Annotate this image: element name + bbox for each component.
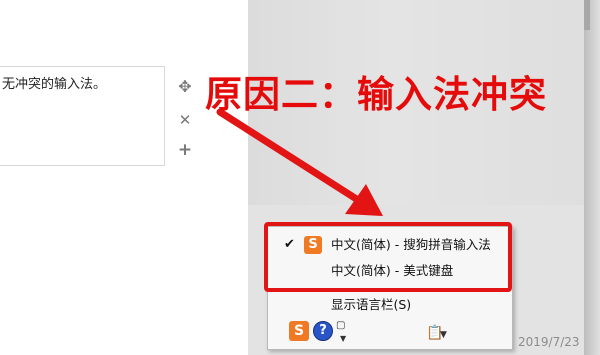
- plus-icon[interactable]: +: [177, 142, 193, 159]
- tray-dropdown-icon[interactable]: ▼: [340, 334, 346, 343]
- flag-icon[interactable]: ▼: [440, 330, 447, 340]
- highlight-box: [264, 222, 512, 292]
- document-area: [0, 0, 248, 355]
- move-icon[interactable]: ✥: [177, 79, 193, 95]
- editor-text: 无冲突的输入法。: [2, 77, 107, 92]
- window-edge: [584, 0, 600, 355]
- window-edge-top: [584, 0, 590, 30]
- clock-date[interactable]: 2019/7/23: [518, 335, 580, 349]
- close-icon[interactable]: ✕: [177, 112, 193, 128]
- restore-icon[interactable]: ▢: [336, 320, 350, 332]
- sogou-tray-icon[interactable]: S: [289, 321, 309, 341]
- annotation-title: 原因二：输入法冲突: [205, 72, 547, 116]
- help-icon[interactable]: ?: [313, 321, 333, 341]
